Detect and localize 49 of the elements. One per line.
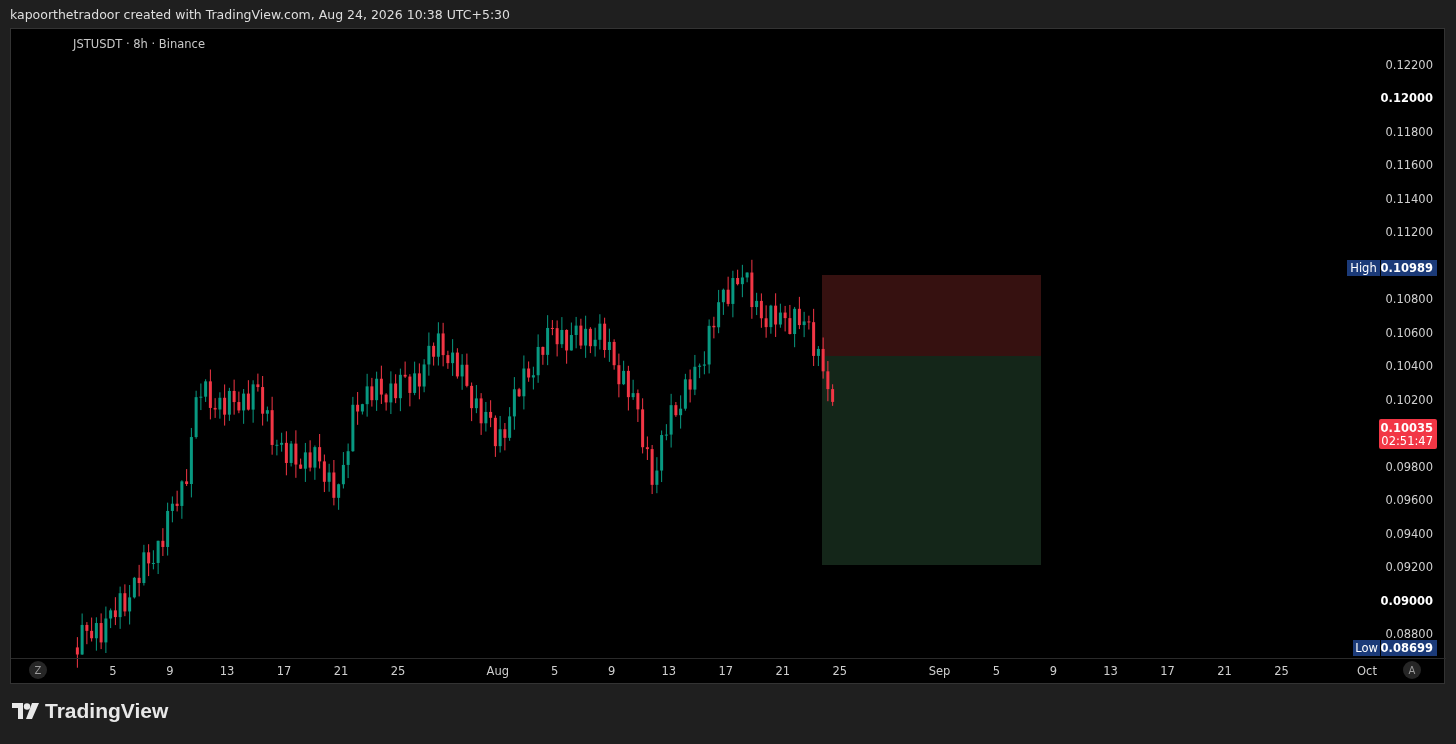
price-tick-label: 0.11400	[1385, 191, 1433, 206]
time-label: 9	[1049, 664, 1058, 678]
last-price-tag: 0.10035 02:51:47	[1379, 419, 1437, 449]
time-label: 9	[608, 664, 616, 678]
attribution-text: kapoorthetradoor created with TradingView.com, Aug 24, 2026 10:38 UTC+5:30	[10, 6, 511, 22]
time-label: 13	[1103, 664, 1118, 678]
time-label: 25	[832, 664, 848, 678]
price-tick-label: 0.10200	[1385, 392, 1433, 407]
brand-name: TradingView	[45, 699, 169, 723]
price-tick-label: 0.10800	[1385, 292, 1433, 306]
time-label: 25	[1274, 664, 1289, 678]
auto-scale-button[interactable]: A	[1403, 661, 1421, 679]
time-label: 21	[333, 664, 349, 678]
price-tick-label: 0.11600	[1385, 158, 1433, 172]
high-price-tag: 0.10989	[1380, 260, 1437, 276]
low-tag: Low	[1353, 640, 1380, 656]
time-label: 25	[390, 664, 406, 678]
time-label: 21	[1217, 664, 1232, 678]
price-tick-label: 0.10400	[1385, 359, 1433, 373]
price-tick-label: 0.12200	[1385, 57, 1433, 72]
position-drawing[interactable]	[822, 275, 1041, 565]
time-label: 17	[1160, 664, 1175, 678]
time-label: Sep	[928, 664, 951, 678]
time-label: 5	[992, 664, 1001, 678]
price-tick-label: 0.09200	[1385, 560, 1433, 574]
time-label: 13	[219, 664, 235, 678]
symbol-legend: JSTUSDT · 8h · Binance	[73, 37, 205, 51]
time-label: 13	[661, 664, 677, 678]
reset-button[interactable]: Z	[29, 661, 47, 679]
logo-icon	[12, 703, 39, 719]
high-tag: High	[1347, 260, 1380, 276]
price-tick-label: 0.10600	[1385, 325, 1433, 340]
price-tick-label: 0.09400	[1385, 526, 1433, 541]
time-label: 5	[551, 664, 559, 678]
low-price-tag: 0.08699	[1380, 640, 1437, 656]
price-tick-label: 0.09000	[1380, 593, 1433, 608]
price-tick-label: 0.09800	[1385, 459, 1433, 474]
time-label: 5	[109, 664, 117, 678]
price-tick-label: 0.11800	[1385, 124, 1433, 139]
time-label: Aug	[486, 664, 509, 678]
time-label: 17	[718, 664, 734, 678]
time-label: Oct	[1357, 664, 1377, 678]
time-label: 21	[775, 664, 791, 678]
time-label: 9	[166, 664, 174, 678]
price-tick-label: 0.12000	[1380, 91, 1433, 105]
price-tick-label: 0.09600	[1385, 493, 1433, 507]
price-tick-label: 0.08800	[1385, 627, 1433, 641]
time-label: 17	[276, 664, 292, 678]
price-tick-label: 0.11200	[1385, 225, 1433, 239]
